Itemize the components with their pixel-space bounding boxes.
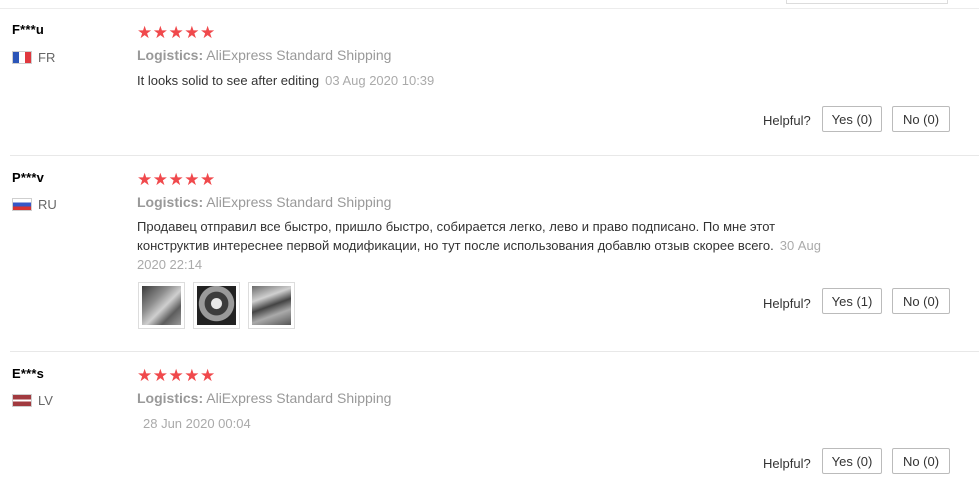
reviewer-name: F***u bbox=[12, 22, 45, 37]
helpful-yes-button[interactable]: Yes (0) bbox=[822, 106, 882, 132]
review-divider bbox=[10, 155, 979, 156]
reviewer-country: LV bbox=[12, 393, 53, 408]
helpful-no-button[interactable]: No (0) bbox=[892, 448, 950, 474]
helpful-label: Helpful? bbox=[763, 456, 811, 471]
helpful-no-button[interactable]: No (0) bbox=[892, 106, 950, 132]
country-code: RU bbox=[38, 197, 57, 212]
review-comment: It looks solid to see after editing 03 Au… bbox=[137, 71, 827, 90]
reviewer-name: P***v bbox=[12, 170, 45, 185]
comment-text: It looks solid to see after editing bbox=[137, 73, 320, 88]
helpful-label: Helpful? bbox=[763, 296, 811, 311]
reviewer-country: FR bbox=[12, 50, 55, 65]
review-photo[interactable] bbox=[193, 282, 240, 329]
logistics-value: AliExpress Standard Shipping bbox=[206, 194, 392, 210]
photo-image bbox=[252, 286, 291, 325]
photo-image bbox=[197, 286, 236, 325]
review-comment: Продавец отправил все быстро, пришло быс… bbox=[137, 217, 827, 274]
helpful-yes-button[interactable]: Yes (1) bbox=[822, 288, 882, 314]
review-photo[interactable] bbox=[138, 282, 185, 329]
ru-flag-icon bbox=[12, 198, 32, 211]
review-date: 28 Jun 2020 00:04 bbox=[143, 416, 251, 431]
logistics-info: Logistics: AliExpress Standard Shipping bbox=[137, 390, 391, 406]
logistics-label: Logistics: bbox=[137, 390, 204, 406]
top-divider bbox=[0, 8, 979, 9]
review-date: 03 Aug 2020 10:39 bbox=[325, 73, 435, 88]
star-rating: ★★★★★ bbox=[137, 23, 216, 42]
logistics-label: Logistics: bbox=[137, 47, 204, 63]
review-divider bbox=[10, 351, 979, 352]
reviewer-country: RU bbox=[12, 197, 57, 212]
reviewer-name: E***s bbox=[12, 366, 45, 381]
logistics-value: AliExpress Standard Shipping bbox=[206, 390, 392, 406]
logistics-info: Logistics: AliExpress Standard Shipping bbox=[137, 47, 391, 63]
review-photo[interactable] bbox=[248, 282, 295, 329]
fr-flag-icon bbox=[12, 51, 32, 64]
logistics-value: AliExpress Standard Shipping bbox=[206, 47, 392, 63]
photo-image bbox=[142, 286, 181, 325]
star-rating: ★★★★★ bbox=[137, 366, 216, 385]
helpful-no-button[interactable]: No (0) bbox=[892, 288, 950, 314]
star-rating: ★★★★★ bbox=[137, 170, 216, 189]
logistics-info: Logistics: AliExpress Standard Shipping bbox=[137, 194, 391, 210]
review-comment: 28 Jun 2020 00:04 bbox=[137, 414, 827, 433]
helpful-label: Helpful? bbox=[763, 113, 811, 128]
country-code: FR bbox=[38, 50, 56, 65]
helpful-yes-button[interactable]: Yes (0) bbox=[822, 448, 882, 474]
sort-select[interactable] bbox=[786, 0, 948, 4]
comment-text: Продавец отправил все быстро, пришло быс… bbox=[137, 219, 776, 253]
lv-flag-icon bbox=[12, 394, 32, 407]
logistics-label: Logistics: bbox=[137, 194, 204, 210]
country-code: LV bbox=[38, 393, 53, 408]
